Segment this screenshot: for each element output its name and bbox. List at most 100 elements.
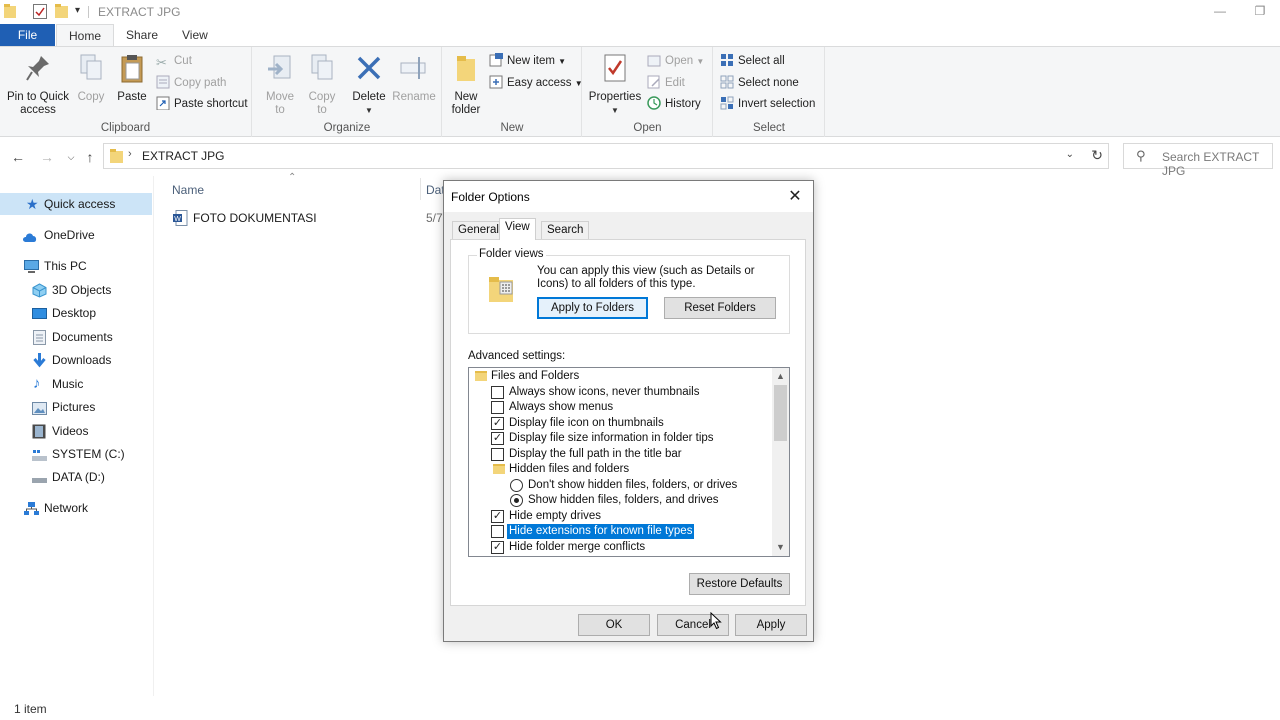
edit-button[interactable]: Edit	[647, 74, 685, 92]
select-all-button[interactable]: Select all	[720, 52, 785, 70]
hide-extensions-checkbox[interactable]	[491, 525, 504, 538]
tab-view[interactable]: View	[170, 24, 220, 46]
cut-button[interactable]: ✂ Cut	[156, 52, 192, 70]
close-icon[interactable]: ✕	[785, 186, 805, 206]
sidebar-item-3d-objects[interactable]: 3D Objects	[0, 279, 152, 301]
address-dropdown-icon[interactable]: ⌄	[1066, 149, 1074, 160]
new-item-button[interactable]: New item ▼	[489, 52, 566, 70]
new-folder-icon[interactable]	[55, 4, 68, 21]
paste-label: Paste	[117, 91, 147, 103]
copy-to-label: Copy to	[308, 91, 336, 116]
sidebar-item-label: SYSTEM (C:)	[52, 447, 125, 461]
open-button[interactable]: Open ▼	[647, 52, 704, 70]
column-header-name[interactable]: Name	[172, 183, 204, 197]
tree-item-display-file-size[interactable]: ✓ Display file size information in folde…	[491, 431, 716, 447]
properties-dropdown-icon[interactable]: ▼	[611, 106, 619, 115]
show-hidden-radio[interactable]	[510, 494, 523, 507]
back-arrow-icon[interactable]: ←	[9, 148, 27, 166]
display-full-path-checkbox[interactable]	[491, 447, 504, 461]
sidebar-item-onedrive[interactable]: OneDrive	[0, 224, 152, 246]
sidebar-item-this-pc[interactable]: This PC	[0, 255, 152, 277]
scroll-down-arrow-icon[interactable]: ▼	[772, 539, 789, 556]
properties-button[interactable]: Properties ▼	[587, 53, 643, 117]
sidebar-item-data-d[interactable]: DATA (D:)	[0, 466, 152, 488]
rename-button[interactable]: Rename	[391, 53, 437, 104]
delete-dropdown-icon[interactable]: ▼	[365, 106, 373, 115]
forward-arrow-icon[interactable]: →	[38, 148, 56, 166]
always-show-menus-checkbox[interactable]	[491, 401, 504, 414]
up-arrow-icon[interactable]: ↑	[81, 148, 99, 166]
customize-toolbar-icon[interactable]: ▾	[75, 5, 80, 16]
display-file-icon-checkbox[interactable]: ✓	[491, 416, 504, 430]
tab-home[interactable]: Home	[56, 24, 115, 47]
recent-locations-chevron-icon[interactable]: ⌵	[62, 148, 80, 166]
restore-button[interactable]: ❐	[1240, 0, 1280, 24]
paste-button[interactable]: Paste	[114, 53, 150, 104]
scrollbar-thumb[interactable]	[774, 385, 787, 441]
search-input[interactable]: ⚲ Search EXTRACT JPG	[1123, 143, 1273, 178]
minimize-button[interactable]: —	[1200, 0, 1240, 24]
pin-to-quick-access-button[interactable]: Pin to Quick access	[6, 53, 70, 117]
select-none-button[interactable]: Select none	[720, 74, 799, 92]
scroll-up-arrow-icon[interactable]: ▲	[772, 368, 789, 385]
reset-folders-button[interactable]: Reset Folders	[664, 297, 776, 319]
copy-to-button[interactable]: Copy to	[305, 53, 339, 117]
address-bar[interactable]: › EXTRACT JPG ⌄ ↻	[103, 143, 1109, 169]
hide-folder-merge-conflicts-checkbox[interactable]: ✓	[491, 540, 504, 554]
sidebar-item-quick-access[interactable]: ★ Quick access	[0, 193, 152, 215]
tab-general[interactable]: General	[452, 221, 505, 239]
sidebar-item-label: Desktop	[52, 306, 97, 320]
word-document-icon: W	[173, 210, 188, 232]
advanced-settings-tree[interactable]: Files and Folders Always show icons, nev…	[468, 367, 790, 557]
properties-check-icon[interactable]	[33, 4, 47, 22]
sidebar-item-documents[interactable]: Documents	[0, 326, 152, 348]
download-icon	[33, 353, 47, 368]
sidebar-item-system-c[interactable]: SYSTEM (C:)	[0, 443, 152, 465]
tree-item-show-hidden[interactable]: Show hidden files, folders, and drives	[510, 493, 721, 509]
tab-file[interactable]: File	[0, 24, 55, 46]
tree-item-hide-folder-merge-conflicts[interactable]: ✓ Hide folder merge conflicts	[491, 540, 647, 556]
tree-item-hide-empty-drives[interactable]: ✓ Hide empty drives	[491, 509, 603, 525]
tree-item-display-file-icon[interactable]: ✓ Display file icon on thumbnails	[491, 416, 666, 432]
pane-splitter[interactable]	[153, 176, 154, 696]
tree-item-label: Hide empty drives	[509, 509, 602, 522]
sidebar-item-videos[interactable]: Videos	[0, 420, 152, 442]
tree-scrollbar[interactable]: ▲ ▼	[772, 368, 789, 556]
easy-access-button[interactable]: Easy access ▼	[489, 74, 583, 92]
paste-shortcut-button[interactable]: Paste shortcut	[156, 95, 248, 113]
tab-share[interactable]: Share	[114, 24, 170, 46]
apply-button[interactable]: Apply	[735, 614, 807, 636]
dont-show-hidden-radio[interactable]	[510, 478, 523, 492]
sidebar-item-network[interactable]: Network	[0, 497, 152, 519]
tab-search[interactable]: Search	[541, 221, 590, 239]
invert-selection-button[interactable]: Invert selection	[720, 95, 815, 113]
history-button[interactable]: History	[647, 95, 701, 113]
tab-view[interactable]: View	[499, 218, 536, 240]
display-file-size-checkbox[interactable]: ✓	[491, 432, 504, 445]
tree-item-always-show-icons[interactable]: Always show icons, never thumbnails	[491, 385, 701, 401]
sidebar-item-music[interactable]: ♪ Music	[0, 373, 152, 395]
sidebar-item-pictures[interactable]: Pictures	[0, 396, 152, 418]
dialog-title-bar[interactable]: Folder Options ✕	[444, 181, 813, 212]
tree-item-hide-extensions[interactable]: Hide extensions for known file types	[491, 523, 696, 540]
sidebar-item-downloads[interactable]: Downloads	[0, 349, 152, 371]
new-folder-button[interactable]: New folder	[449, 53, 483, 117]
copy-path-button[interactable]: Copy path	[156, 74, 226, 92]
new-item-label: New item	[507, 55, 555, 67]
hide-empty-drives-checkbox[interactable]: ✓	[491, 509, 504, 523]
always-show-icons-checkbox[interactable]	[491, 385, 504, 399]
ok-button[interactable]: OK	[578, 614, 650, 636]
column-divider[interactable]	[420, 178, 421, 200]
delete-button[interactable]: Delete ▼	[349, 53, 389, 117]
column-header-date[interactable]: Dat	[426, 183, 445, 197]
tree-item-always-show-menus[interactable]: Always show menus	[491, 400, 615, 416]
breadcrumb-chevron-icon[interactable]: ›	[128, 148, 132, 160]
tree-item-dont-show-hidden[interactable]: Don't show hidden files, folders, or dri…	[510, 478, 739, 494]
tree-item-display-full-path[interactable]: Display the full path in the title bar	[491, 447, 684, 463]
copy-button[interactable]: Copy	[72, 53, 110, 104]
restore-defaults-button[interactable]: Restore Defaults	[689, 573, 790, 595]
sidebar-item-desktop[interactable]: Desktop	[0, 302, 152, 324]
apply-to-folders-button[interactable]: Apply to Folders	[537, 297, 648, 319]
move-to-button[interactable]: Move to	[263, 53, 297, 117]
refresh-icon[interactable]: ↻	[1091, 147, 1103, 164]
